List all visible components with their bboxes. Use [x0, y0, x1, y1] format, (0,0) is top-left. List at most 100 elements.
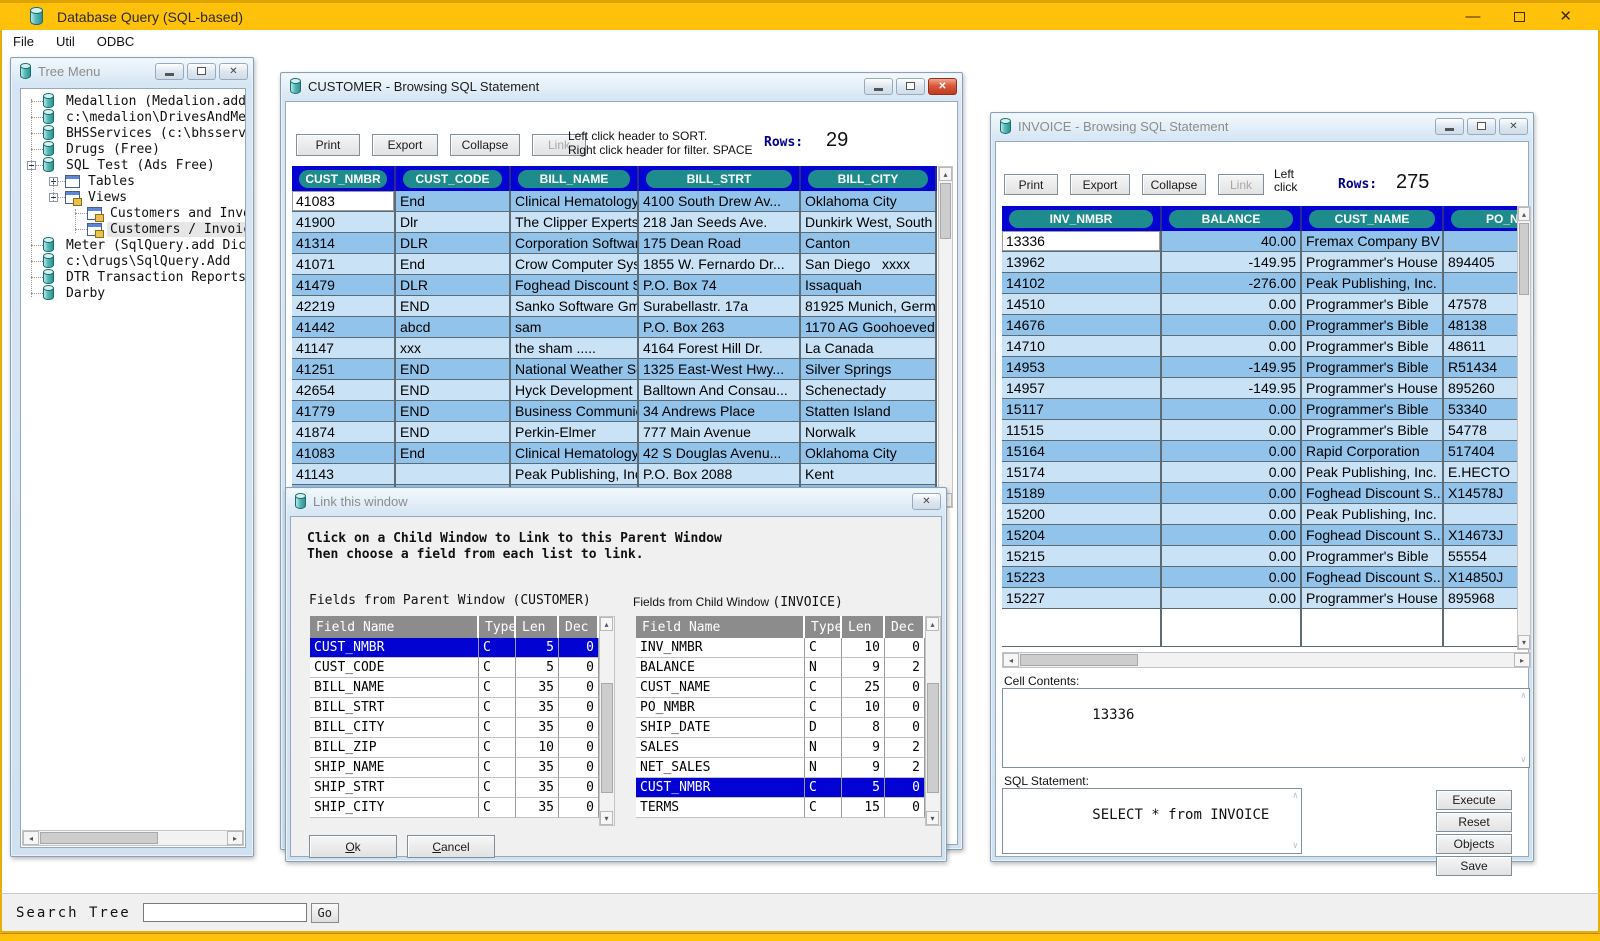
table-cell[interactable]: 0.00: [1162, 294, 1302, 315]
table-row[interactable]: BILL_ZIPC100: [310, 738, 599, 758]
table-cell[interactable]: 0: [559, 758, 599, 778]
table-cell[interactable]: 14710: [1002, 336, 1162, 357]
table-cell[interactable]: 35: [516, 758, 559, 778]
table-cell[interactable]: 15117: [1002, 399, 1162, 420]
table-cell[interactable]: Programmer's Bible: [1302, 294, 1444, 315]
table-cell[interactable]: C: [479, 638, 516, 658]
table-cell[interactable]: Peak Publishing, Inc.: [511, 464, 639, 485]
table-row[interactable]: 14953-149.95Programmer's BibleR51434: [1002, 357, 1519, 378]
table-cell[interactable]: -149.95: [1162, 357, 1302, 378]
table-cell[interactable]: Hyck Development C...: [511, 380, 639, 401]
close-button[interactable]: ✕: [928, 78, 957, 95]
table-cell[interactable]: 0: [559, 698, 599, 718]
parent-table-scrollbar[interactable]: ▴ ▾: [599, 616, 615, 826]
table-cell[interactable]: End: [396, 191, 511, 212]
link-dialog-titlebar[interactable]: Link this window ✕: [286, 488, 946, 514]
table-row[interactable]: BILL_CITYC350: [310, 718, 599, 738]
table-cell[interactable]: C: [805, 638, 842, 658]
table-cell[interactable]: CUST_NMBR: [636, 778, 805, 798]
table-cell[interactable]: SHIP_CITY: [310, 798, 479, 818]
table-cell[interactable]: SHIP_STRT: [310, 778, 479, 798]
table-cell[interactable]: 81925 Munich, Germ: [801, 296, 937, 317]
table-row[interactable]: 151740.00Peak Publishing, Inc.E.HECTO: [1002, 462, 1519, 483]
column-header-bill-name[interactable]: BILL_NAME: [511, 166, 639, 191]
export-button[interactable]: Export: [1070, 174, 1130, 195]
table-cell[interactable]: 218 Jan Seeds Ave.: [639, 212, 801, 233]
table-cell[interactable]: Clinical Hematology, I...: [511, 191, 639, 212]
table-cell[interactable]: 4164 Forest Hill Dr.: [639, 338, 801, 359]
tree-item-dtr-transaction-reports[interactable]: DTR Transaction Reports: [21, 269, 245, 285]
scroll-up-icon[interactable]: ∧: [1293, 791, 1298, 801]
table-cell[interactable]: C: [479, 698, 516, 718]
table-cell[interactable]: 777 Main Avenue: [639, 422, 801, 443]
table-cell[interactable]: -149.95: [1162, 252, 1302, 273]
table-cell[interactable]: End: [396, 443, 511, 464]
table-row[interactable]: 41479DLRFoghead Discount S...P.O. Box 74…: [292, 275, 937, 296]
table-cell[interactable]: 0.00: [1162, 315, 1302, 336]
table-cell[interactable]: END: [396, 296, 511, 317]
column-header-dec[interactable]: Dec: [885, 616, 925, 638]
tree-item-customers-and-invo[interactable]: Customers and Invo: [21, 205, 245, 221]
table-cell[interactable]: P.O. Box 74: [639, 275, 801, 296]
table-cell[interactable]: 15: [842, 798, 885, 818]
sql-statement-box[interactable]: SELECT * from INVOICE ∧ ∨: [1002, 788, 1302, 854]
table-cell[interactable]: X14673J: [1444, 525, 1519, 546]
column-header-cust-code[interactable]: CUST_CODE: [396, 166, 511, 191]
table-cell[interactable]: END: [396, 359, 511, 380]
table-row[interactable]: 145100.00Programmer's Bible47578: [1002, 294, 1519, 315]
table-cell[interactable]: 41779: [292, 401, 396, 422]
table-cell[interactable]: 35: [516, 798, 559, 818]
tree-item-sql-test-ads-free[interactable]: SQL Test (Ads Free): [21, 157, 245, 173]
table-cell[interactable]: Sanko Software Gmbh: [511, 296, 639, 317]
table-row[interactable]: 147100.00Programmer's Bible48611: [1002, 336, 1519, 357]
table-cell[interactable]: 0: [885, 638, 925, 658]
tree-item-meter-sqlquery-add-dic[interactable]: Meter (SqlQuery.add Dic: [21, 237, 245, 253]
table-cell[interactable]: 0.00: [1162, 504, 1302, 525]
table-cell[interactable]: Rapid Corporation: [1302, 441, 1444, 462]
table-cell[interactable]: 5: [842, 778, 885, 798]
table-cell[interactable]: 11515: [1002, 420, 1162, 441]
table-row[interactable]: 151170.00Programmer's Bible53340: [1002, 399, 1519, 420]
close-button[interactable]: ✕: [912, 493, 941, 510]
scroll-up-icon[interactable]: ∧: [1521, 691, 1526, 701]
close-button[interactable]: ✕: [219, 63, 248, 80]
table-cell[interactable]: -276.00: [1162, 273, 1302, 294]
table-cell[interactable]: Crow Computer Syst...: [511, 254, 639, 275]
export-button[interactable]: Export: [372, 134, 438, 156]
table-cell[interactable]: C: [805, 798, 842, 818]
table-cell[interactable]: 53340: [1444, 399, 1519, 420]
column-header-inv-nmbr[interactable]: INV_NMBR: [1002, 206, 1162, 231]
table-cell[interactable]: 41071: [292, 254, 396, 275]
table-cell[interactable]: 15189: [1002, 483, 1162, 504]
table-row[interactable]: 41071EndCrow Computer Syst...1855 W. Fer…: [292, 254, 937, 275]
table-cell[interactable]: CUST_NMBR: [310, 638, 479, 658]
table-cell[interactable]: 0.00: [1162, 462, 1302, 483]
scroll-down-icon[interactable]: ▾: [926, 811, 939, 825]
table-row[interactable]: 41083EndClinical Hematology, I...42 S Do…: [292, 443, 937, 464]
column-header-type[interactable]: Type: [479, 616, 516, 638]
collapse-button[interactable]: Collapse: [450, 134, 520, 156]
table-cell[interactable]: 14102: [1002, 273, 1162, 294]
table-row[interactable]: CUST_NAMEC250: [636, 678, 925, 698]
table-cell[interactable]: C: [479, 778, 516, 798]
column-header-cust-nmbr[interactable]: CUST_NMBR: [292, 166, 396, 191]
table-cell[interactable]: P.O. Box 263: [639, 317, 801, 338]
table-cell[interactable]: 0.00: [1162, 525, 1302, 546]
table-cell[interactable]: Dunkirk West, South: [801, 212, 937, 233]
table-row[interactable]: 152000.00Peak Publishing, Inc.: [1002, 504, 1519, 525]
table-cell[interactable]: sam: [511, 317, 639, 338]
table-cell[interactable]: abcd: [396, 317, 511, 338]
maximize-button[interactable]: [1467, 118, 1496, 135]
table-cell[interactable]: 5: [516, 658, 559, 678]
table-cell[interactable]: CUST_NAME: [636, 678, 805, 698]
tree-item-tables[interactable]: Tables: [21, 173, 245, 189]
table-cell[interactable]: 10: [842, 698, 885, 718]
table-cell[interactable]: 8: [842, 718, 885, 738]
table-cell[interactable]: 41874: [292, 422, 396, 443]
table-cell[interactable]: 0: [559, 678, 599, 698]
table-cell[interactable]: 41083: [292, 191, 396, 212]
table-cell[interactable]: 41083: [292, 443, 396, 464]
table-cell[interactable]: 10: [842, 638, 885, 658]
minimize-button[interactable]: [155, 63, 184, 80]
table-cell[interactable]: PO_NMBR: [636, 698, 805, 718]
